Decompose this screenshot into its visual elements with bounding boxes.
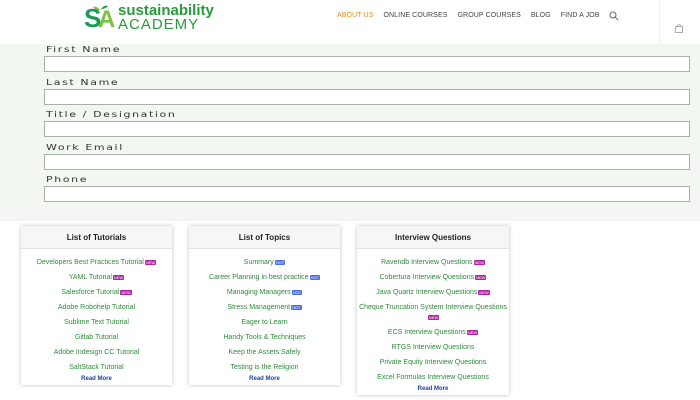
list-item[interactable]: Testing is the Religion bbox=[189, 360, 340, 375]
list-item[interactable]: Sublime Text Tutorial bbox=[21, 315, 172, 330]
last-name-input[interactable] bbox=[44, 89, 690, 105]
nav-about-us[interactable]: ABOUT US bbox=[337, 12, 373, 19]
list-item[interactable]: Excel Formulas Interview Questions bbox=[357, 370, 509, 385]
list-item[interactable]: YAML Tutorial NEW bbox=[21, 270, 172, 285]
new-badge: NEW bbox=[120, 289, 132, 295]
card-title: List of Topics bbox=[189, 226, 340, 249]
list-item[interactable]: Adobe Robohelp Tutorial bbox=[21, 300, 172, 315]
title-designation-label: Title / Designation bbox=[46, 110, 177, 120]
list-item[interactable]: RTGS Interview Questions bbox=[357, 340, 509, 355]
list-item[interactable]: Managing Managers HOT bbox=[189, 285, 340, 300]
hot-badge: HOT bbox=[291, 289, 303, 295]
new-badge: NEW bbox=[475, 274, 487, 280]
topics-card: List of Topics Summary HOT Career Plannin… bbox=[189, 226, 340, 385]
list-item[interactable]: ECS Interview Questions NEW bbox=[357, 325, 509, 340]
work-email-input[interactable] bbox=[44, 154, 690, 170]
contact-form: First Name Last Name Title / Designation… bbox=[0, 44, 700, 221]
list-item[interactable]: Adobe Indesign CC Tutorial bbox=[21, 345, 172, 360]
site-header: S A sustainability ACADEMY ABOUT US ONLI… bbox=[0, 0, 700, 44]
list-item[interactable]: Keep the Assets Safely bbox=[189, 345, 340, 360]
phone-label: Phone bbox=[46, 175, 89, 185]
new-badge: NEW bbox=[478, 289, 490, 295]
svg-text:A: A bbox=[98, 6, 115, 33]
search-icon[interactable] bbox=[609, 11, 619, 21]
new-badge: NEW bbox=[466, 329, 479, 335]
read-more-link[interactable]: Read More bbox=[189, 376, 340, 382]
title-designation-input[interactable] bbox=[44, 121, 690, 137]
list-item[interactable]: Ravendb Interview Questions NEW bbox=[357, 255, 509, 270]
list-item[interactable]: SaltStack Tutorial bbox=[21, 360, 172, 375]
hot-badge: HOT bbox=[291, 304, 302, 310]
card-title: List of Tutorials bbox=[21, 226, 172, 249]
read-more-link[interactable]: Read More bbox=[357, 386, 509, 392]
logo-text-line2: ACADEMY bbox=[118, 16, 200, 33]
work-email-label: Work Email bbox=[46, 143, 124, 153]
shopping-bag-icon[interactable] bbox=[675, 24, 683, 33]
nav-blog[interactable]: BLOG bbox=[531, 12, 551, 19]
last-name-label: Last Name bbox=[46, 78, 120, 88]
first-name-label: First Name bbox=[46, 45, 122, 55]
list-item[interactable]: Java Quartz Interview Questions NEW bbox=[357, 285, 509, 300]
list-item[interactable]: Gitlab Tutorial bbox=[21, 330, 172, 345]
hot-badge: HOT bbox=[274, 259, 286, 265]
list-item[interactable]: Handy Tools & Techniques bbox=[189, 330, 340, 345]
main-nav: ABOUT US ONLINE COURSES GROUP COURSES BL… bbox=[337, 12, 600, 19]
new-badge: NEW bbox=[427, 314, 440, 320]
header-divider bbox=[659, 0, 660, 44]
list-item[interactable]: Salesforce Tutorial NEW bbox=[21, 285, 172, 300]
phone-input[interactable] bbox=[44, 186, 690, 202]
logo[interactable]: S A sustainability ACADEMY bbox=[84, 2, 214, 34]
list-item[interactable]: Cheque Truncation System Interview Quest… bbox=[357, 300, 509, 325]
logo-icon: S A bbox=[84, 3, 115, 33]
list-item[interactable]: Cobertura Interview Questions NEW bbox=[357, 270, 509, 285]
nav-find-a-job[interactable]: FIND A JOB bbox=[561, 12, 600, 19]
tutorials-card: List of Tutorials Developers Best Practi… bbox=[21, 226, 172, 385]
hot-badge: HOT bbox=[309, 274, 321, 280]
new-badge: NEW bbox=[473, 259, 485, 265]
list-item[interactable]: Career Planning in best practice HOT bbox=[189, 270, 340, 285]
nav-online-courses[interactable]: ONLINE COURSES bbox=[383, 12, 447, 19]
list-item[interactable]: Summary HOT bbox=[189, 255, 340, 270]
first-name-input[interactable] bbox=[44, 56, 690, 72]
new-badge: NEW bbox=[112, 274, 125, 280]
new-badge: NEW bbox=[144, 259, 157, 265]
read-more-link[interactable]: Read More bbox=[21, 376, 172, 382]
list-item[interactable]: Stress Management HOT bbox=[189, 300, 340, 315]
nav-group-courses[interactable]: GROUP COURSES bbox=[458, 12, 521, 19]
list-item[interactable]: Private Equity Interview Questions bbox=[357, 355, 509, 370]
list-item[interactable]: Developers Best Practices Tutorial NEW bbox=[21, 255, 172, 270]
interview-questions-card: Interview Questions Ravendb Interview Qu… bbox=[357, 226, 509, 395]
list-item[interactable]: Eager to Learn bbox=[189, 315, 340, 330]
card-title: Interview Questions bbox=[357, 226, 509, 249]
